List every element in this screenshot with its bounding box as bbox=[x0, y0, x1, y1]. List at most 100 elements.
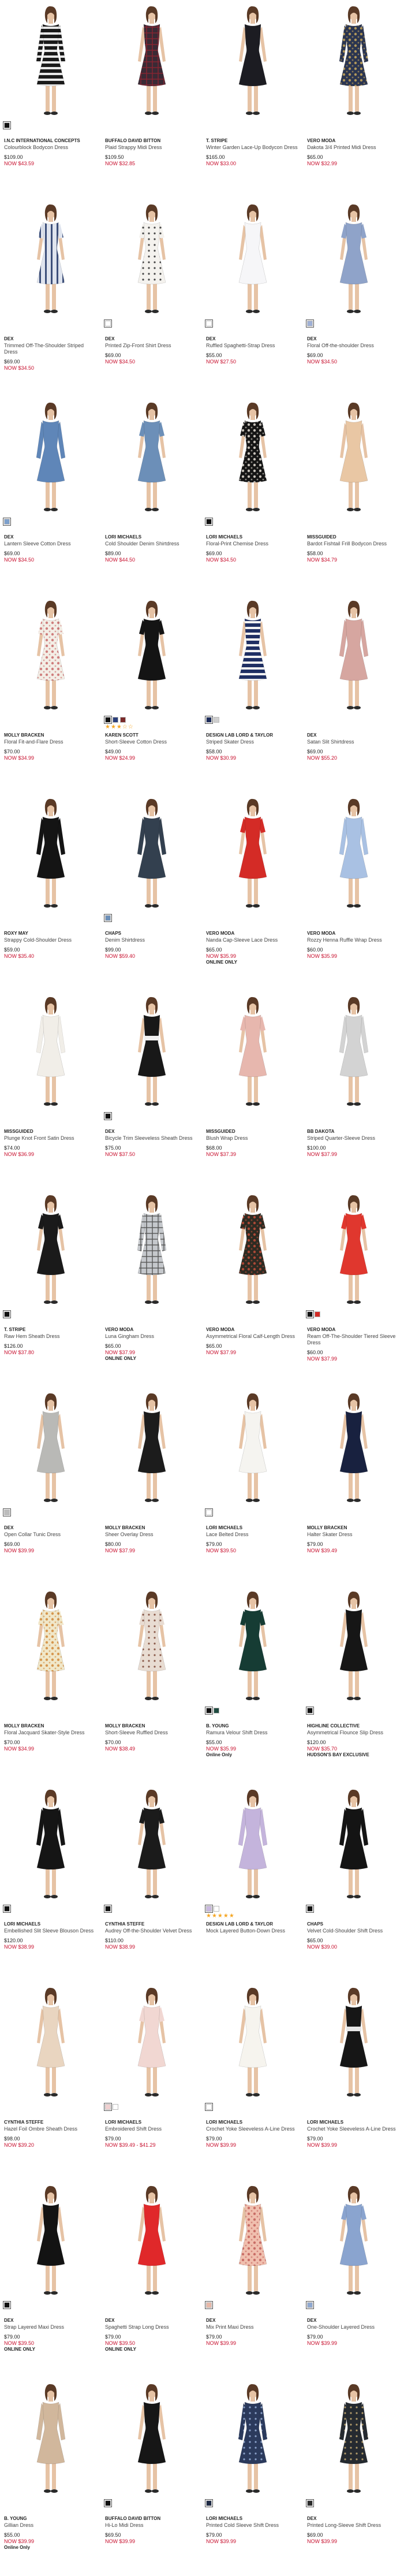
product-name[interactable]: Satan Slit Shirtdress bbox=[307, 739, 400, 745]
product-image-frame[interactable] bbox=[105, 400, 198, 515]
product-image[interactable] bbox=[117, 796, 186, 912]
product-name[interactable]: Mock Layered Button-Down Dress bbox=[206, 1928, 299, 1934]
product-image[interactable] bbox=[117, 400, 186, 515]
product-card[interactable]: MISSGUIDED Bardot Fishtail Frill Bodycon … bbox=[303, 396, 404, 594]
product-card[interactable]: DEX Bicycle Trim Sleeveless Sheath Dress $… bbox=[101, 991, 202, 1189]
color-swatch[interactable] bbox=[205, 2499, 213, 2507]
product-card[interactable]: ROXY MAY Strappy Cold-Shoulder Dress $59.0… bbox=[0, 793, 101, 991]
product-image-frame[interactable] bbox=[4, 1787, 97, 1902]
product-card[interactable]: LORI MICHAELS Embroidered Shift Dress $79.… bbox=[101, 1982, 202, 2180]
product-card[interactable]: DEX Floral Off-the-shoulder Dress $69.00 NO… bbox=[303, 198, 404, 396]
product-image-frame[interactable] bbox=[105, 3, 198, 119]
product-image[interactable] bbox=[319, 1192, 388, 1308]
product-card[interactable]: CYNTHIA STEFFE Audrey Off-the-Shoulder Ve… bbox=[101, 1783, 202, 1982]
color-swatch[interactable] bbox=[205, 716, 213, 724]
color-swatch[interactable] bbox=[214, 1906, 219, 1912]
product-image-frame[interactable] bbox=[4, 1391, 97, 1506]
product-image[interactable] bbox=[117, 2183, 186, 2299]
product-card[interactable]: BUFFALO DAVID BITTON Plaid Strappy Midi D… bbox=[101, 0, 202, 198]
product-image-frame[interactable] bbox=[307, 796, 400, 912]
product-image[interactable] bbox=[16, 1787, 85, 1902]
product-image-frame[interactable] bbox=[206, 796, 299, 912]
product-image-frame[interactable] bbox=[307, 1391, 400, 1506]
product-image[interactable] bbox=[117, 1192, 186, 1308]
product-image-frame[interactable] bbox=[105, 2381, 198, 2497]
product-card[interactable]: BB DAKOTA Striped Quarter-Sleeve Dress $10… bbox=[303, 991, 404, 1189]
product-image[interactable] bbox=[117, 1391, 186, 1506]
product-card[interactable]: LORI MICHAELS Printed Cold Sleeve Shift D… bbox=[202, 2378, 303, 2576]
product-card[interactable]: BUFFALO DAVID BITTON Hi-Lo Midi Dress $69.… bbox=[101, 2378, 202, 2576]
product-card[interactable]: MISSGUIDED Plunge Knot Front Satin Dress $… bbox=[0, 991, 101, 1189]
product-name[interactable]: Luna Gingham Dress bbox=[105, 1333, 198, 1340]
product-image[interactable] bbox=[218, 2183, 287, 2299]
color-swatch[interactable] bbox=[3, 518, 11, 526]
color-swatch[interactable] bbox=[306, 319, 314, 328]
product-image-frame[interactable] bbox=[307, 1192, 400, 1308]
product-image[interactable] bbox=[218, 202, 287, 317]
product-image[interactable] bbox=[218, 1589, 287, 1704]
product-image[interactable] bbox=[319, 400, 388, 515]
product-image[interactable] bbox=[218, 1192, 287, 1308]
product-image[interactable] bbox=[117, 1787, 186, 1902]
product-image[interactable] bbox=[218, 2381, 287, 2497]
product-name[interactable]: Winter Garden Lace-Up Bodycon Dress bbox=[206, 144, 299, 151]
color-swatch[interactable] bbox=[3, 121, 11, 129]
product-image[interactable] bbox=[218, 1391, 287, 1506]
product-card[interactable]: DEX Printed Zip-Front Shirt Dress $69.00 NO… bbox=[101, 198, 202, 396]
product-name[interactable]: Strap Layered Maxi Dress bbox=[4, 2324, 97, 2330]
product-card[interactable]: DEX Spaghetti Strap Long Dress $79.00 NOW $… bbox=[101, 2180, 202, 2378]
color-swatch[interactable] bbox=[3, 1508, 11, 1516]
product-card[interactable]: DEX Mix Print Maxi Dress $79.00 NOW $39.99 bbox=[202, 2180, 303, 2378]
product-name[interactable]: Lantern Sleeve Cotton Dress bbox=[4, 541, 97, 547]
product-name[interactable]: Printed Zip-Front Shirt Dress bbox=[105, 343, 198, 349]
product-image-frame[interactable] bbox=[206, 1192, 299, 1308]
product-image-frame[interactable] bbox=[4, 994, 97, 1110]
product-name[interactable]: Sheer Overlay Dress bbox=[105, 1532, 198, 1538]
product-card[interactable]: MOLLY BRACKEN Floral Fit-and-Flare Dress $… bbox=[0, 594, 101, 793]
product-name[interactable]: Asymmetrical Flounce Slip Dress bbox=[307, 1730, 400, 1736]
product-name[interactable]: Colourblock Bodycon Dress bbox=[4, 144, 97, 151]
product-card[interactable]: MOLLY BRACKEN Floral Jacquard Skater-Styl… bbox=[0, 1585, 101, 1783]
product-image-frame[interactable] bbox=[4, 3, 97, 119]
product-image-frame[interactable] bbox=[4, 598, 97, 713]
product-name[interactable]: Short-Sleeve Cotton Dress bbox=[105, 739, 198, 745]
product-image[interactable] bbox=[218, 1787, 287, 1902]
product-image[interactable] bbox=[117, 598, 186, 713]
color-swatch[interactable] bbox=[306, 1905, 314, 1913]
product-card[interactable]: DEX Ruffled Spaghetti-Strap Dress $55.00 NO… bbox=[202, 198, 303, 396]
product-name[interactable]: One-Shoulder Layered Dress bbox=[307, 2324, 400, 2330]
product-image-frame[interactable] bbox=[307, 2381, 400, 2497]
product-image-frame[interactable] bbox=[206, 1589, 299, 1704]
product-image[interactable] bbox=[16, 796, 85, 912]
color-swatch[interactable] bbox=[205, 319, 213, 328]
color-swatch[interactable] bbox=[205, 1508, 213, 1516]
product-image[interactable] bbox=[319, 2183, 388, 2299]
product-name[interactable]: Blush Wrap Dress bbox=[206, 1135, 299, 1142]
product-image[interactable] bbox=[16, 202, 85, 317]
product-name[interactable]: Dakota 3/4 Printed Midi Dress bbox=[307, 144, 400, 151]
product-name[interactable]: Floral Off-the-shoulder Dress bbox=[307, 343, 400, 349]
product-image-frame[interactable] bbox=[105, 1787, 198, 1902]
product-name[interactable]: Trimmed Off-The-Shoulder Striped Dress bbox=[4, 343, 97, 355]
product-image[interactable] bbox=[16, 598, 85, 713]
product-image-frame[interactable] bbox=[105, 2183, 198, 2299]
product-card[interactable]: DEX Strap Layered Maxi Dress $79.00 NOW $39… bbox=[0, 2180, 101, 2378]
color-swatch[interactable] bbox=[104, 914, 112, 922]
product-image-frame[interactable] bbox=[105, 1589, 198, 1704]
product-name[interactable]: Striped Skater Dress bbox=[206, 739, 299, 745]
product-card[interactable]: LORI MICHAELS Cold Shoulder Denim Shirtdr… bbox=[101, 396, 202, 594]
product-image-frame[interactable] bbox=[4, 2381, 97, 2497]
product-name[interactable]: Spaghetti Strap Long Dress bbox=[105, 2324, 198, 2330]
product-image[interactable] bbox=[218, 994, 287, 1110]
product-name[interactable]: Embellished Slit Sleeve Blouson Dress bbox=[4, 1928, 97, 1934]
product-name[interactable]: Gillian Dress bbox=[4, 2522, 97, 2529]
color-swatch[interactable] bbox=[3, 1310, 11, 1318]
color-swatch[interactable] bbox=[3, 2301, 11, 2309]
product-name[interactable]: Denim Shirtdress bbox=[105, 937, 198, 943]
product-image-frame[interactable] bbox=[206, 1391, 299, 1506]
color-swatch[interactable] bbox=[306, 1707, 314, 1715]
color-swatch[interactable] bbox=[306, 1310, 314, 1318]
product-image-frame[interactable] bbox=[307, 3, 400, 119]
product-name[interactable]: Hazel Foil Ombre Sheath Dress bbox=[4, 2126, 97, 2132]
product-image[interactable] bbox=[319, 1589, 388, 1704]
